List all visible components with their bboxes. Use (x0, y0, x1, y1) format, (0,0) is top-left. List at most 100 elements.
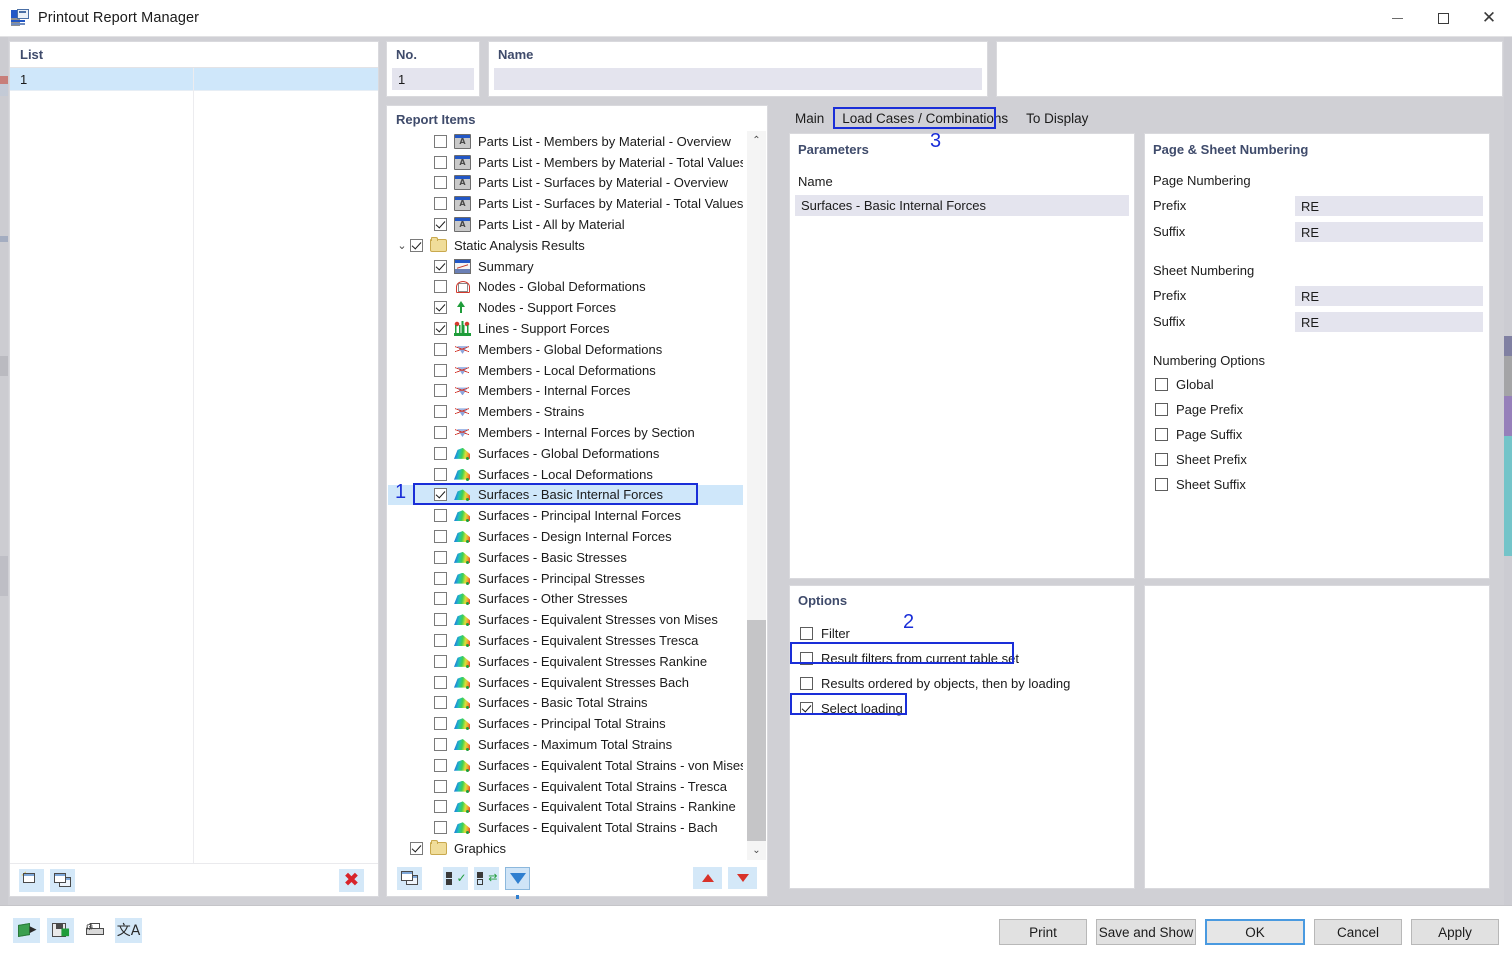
tree-item-checkbox[interactable] (434, 592, 447, 606)
numbering-option-sheet-prefix[interactable]: Sheet Prefix (1155, 452, 1247, 467)
numbering-option-page-suffix[interactable]: Page Suffix (1155, 427, 1242, 442)
tree-item-checkbox[interactable] (434, 717, 447, 731)
filter-button[interactable] (505, 866, 530, 899)
tree-item-checkbox[interactable] (434, 675, 447, 689)
tree-item[interactable]: Parts List - Members by Material - Total… (388, 152, 743, 173)
print-settings-button[interactable]: ⚙ (81, 918, 108, 943)
tab-to-display[interactable]: To Display (1017, 108, 1097, 130)
tree-item[interactable]: Surfaces - Maximum Total Strains (388, 734, 743, 755)
scroll-up-arrow[interactable]: ⌃ (747, 131, 766, 150)
tree-item[interactable]: Surfaces - Basic Internal Forces (388, 484, 743, 506)
tree-item[interactable]: Surfaces - Local Deformations (388, 464, 743, 485)
close-button[interactable]: ✕ (1466, 0, 1512, 36)
tree-item[interactable]: Parts List - Surfaces by Material - Over… (388, 173, 743, 194)
sheet-suffix-input[interactable]: RE (1295, 312, 1483, 332)
numbering-option-sheet-suffix-checkbox[interactable] (1155, 478, 1168, 491)
option-results-ordered-checkbox[interactable] (800, 677, 813, 690)
tree-item[interactable]: Parts List - All by Material (388, 214, 743, 235)
tree-item-checkbox[interactable] (434, 301, 447, 315)
scroll-down-arrow[interactable]: ⌄ (747, 841, 766, 860)
cancel-button[interactable]: Cancel (1314, 919, 1402, 945)
tree-item[interactable]: Surfaces - Other Stresses (388, 589, 743, 610)
tree-item-checkbox[interactable] (434, 426, 447, 440)
tree-item-checkbox[interactable] (434, 259, 447, 273)
list-item[interactable]: 1 (10, 68, 378, 91)
new-item-button[interactable] (397, 866, 422, 890)
move-up-button[interactable] (693, 867, 722, 889)
save-button[interactable]: ■ (47, 918, 74, 943)
tree-item[interactable]: Nodes - Support Forces (388, 297, 743, 318)
minimize-button[interactable] (1374, 0, 1420, 36)
option-select-loading-checkbox[interactable] (800, 702, 813, 715)
option-result-filters[interactable]: Result filters from current table set (800, 651, 1019, 666)
maximize-button[interactable] (1420, 0, 1466, 36)
invert-selection-button[interactable]: ⇄ (474, 866, 499, 890)
tree-item-checkbox[interactable] (434, 363, 447, 377)
tree-item-checkbox[interactable] (434, 696, 447, 710)
tree-item[interactable]: Parts List - Members by Material - Overv… (388, 131, 743, 152)
language-button[interactable]: 文A (115, 918, 142, 943)
numbering-option-page-suffix-checkbox[interactable] (1155, 428, 1168, 441)
tree-item-checkbox[interactable] (434, 571, 447, 585)
tab-load-cases-combinations[interactable]: Load Cases / Combinations (833, 108, 1017, 130)
tree-item-checkbox[interactable] (410, 841, 423, 855)
tree-item-checkbox[interactable] (434, 134, 447, 148)
option-filter-checkbox[interactable] (800, 627, 813, 640)
numbering-option-global-checkbox[interactable] (1155, 378, 1168, 391)
tree-item-checkbox[interactable] (434, 488, 447, 502)
move-down-button[interactable] (728, 867, 757, 889)
tree-item-checkbox[interactable] (434, 530, 447, 544)
tree-item[interactable]: Lines - Support Forces (388, 318, 743, 339)
report-items-tree[interactable]: Parts List - Members by Material - Overv… (388, 131, 743, 860)
tree-item-checkbox[interactable] (434, 176, 447, 190)
tree-item[interactable]: Surfaces - Equivalent Total Strains - Tr… (388, 776, 743, 797)
option-result-filters-checkbox[interactable] (800, 652, 813, 665)
tree-item[interactable]: Surfaces - Equivalent Stresses Bach (388, 672, 743, 693)
tree-item-checkbox[interactable] (434, 322, 447, 336)
tree-item-checkbox[interactable] (434, 218, 447, 232)
tree-item[interactable]: Graphics (388, 838, 743, 859)
number-field-input[interactable]: 1 (392, 68, 474, 90)
scrollbar-track[interactable] (747, 620, 766, 841)
tree-item[interactable]: Surfaces - Equivalent Stresses Rankine (388, 651, 743, 672)
new-report-button[interactable]: ✦ (19, 868, 44, 892)
tree-item[interactable]: Surfaces - Principal Total Strains (388, 713, 743, 734)
tree-item-checkbox[interactable] (434, 467, 447, 481)
tree-item[interactable]: Surfaces - Equivalent Stresses Tresca (388, 630, 743, 651)
tree-item[interactable]: Nodes - Global Deformations (388, 277, 743, 298)
tree-item[interactable]: Summary (388, 256, 743, 277)
list-body[interactable]: 1 (10, 68, 378, 863)
delete-report-button[interactable]: ✖ (339, 868, 364, 892)
tree-item[interactable]: Members - Internal Forces by Section (388, 422, 743, 443)
report-items-scrollbar[interactable]: ⌃ ⌄ (747, 131, 766, 860)
apply-button[interactable]: Apply (1411, 919, 1499, 945)
numbering-option-sheet-suffix[interactable]: Sheet Suffix (1155, 477, 1246, 492)
tree-item[interactable]: Surfaces - Equivalent Total Strains - Ra… (388, 797, 743, 818)
name-field-input[interactable] (494, 68, 982, 90)
tree-item-checkbox[interactable] (434, 197, 447, 211)
tree-item[interactable]: Parts List - Surfaces by Material - Tota… (388, 193, 743, 214)
tree-item[interactable]: Surfaces - Global Deformations (388, 443, 743, 464)
tree-item-checkbox[interactable] (434, 446, 447, 460)
tree-item[interactable]: Surfaces - Basic Total Strains (388, 693, 743, 714)
page-suffix-input[interactable]: RE (1295, 222, 1483, 242)
tree-item-checkbox[interactable] (434, 342, 447, 356)
option-select-loading[interactable]: Select loading (800, 701, 903, 716)
numbering-option-page-prefix[interactable]: Page Prefix (1155, 402, 1243, 417)
tree-item[interactable]: Surfaces - Design Internal Forces (388, 526, 743, 547)
tab-main[interactable]: Main (786, 108, 833, 130)
chevron-down-icon[interactable]: ⌄ (394, 239, 410, 252)
sheet-prefix-input[interactable]: RE (1295, 286, 1483, 306)
export-button[interactable]: ▶ (13, 918, 40, 943)
tree-item-checkbox[interactable] (434, 155, 447, 169)
tree-item-checkbox[interactable] (434, 405, 447, 419)
scrollbar-thumb[interactable] (747, 150, 766, 620)
tree-item-checkbox[interactable] (434, 509, 447, 523)
tree-item[interactable]: ⌄ Static Analysis Results (388, 235, 743, 256)
save-and-show-button[interactable]: Save and Show (1096, 919, 1196, 945)
parameters-row[interactable]: Surfaces - Basic Internal Forces (795, 195, 1129, 216)
numbering-option-page-prefix-checkbox[interactable] (1155, 403, 1168, 416)
option-filter[interactable]: Filter (800, 626, 850, 641)
copy-report-button[interactable] (50, 868, 75, 892)
tree-item-checkbox[interactable] (434, 758, 447, 772)
